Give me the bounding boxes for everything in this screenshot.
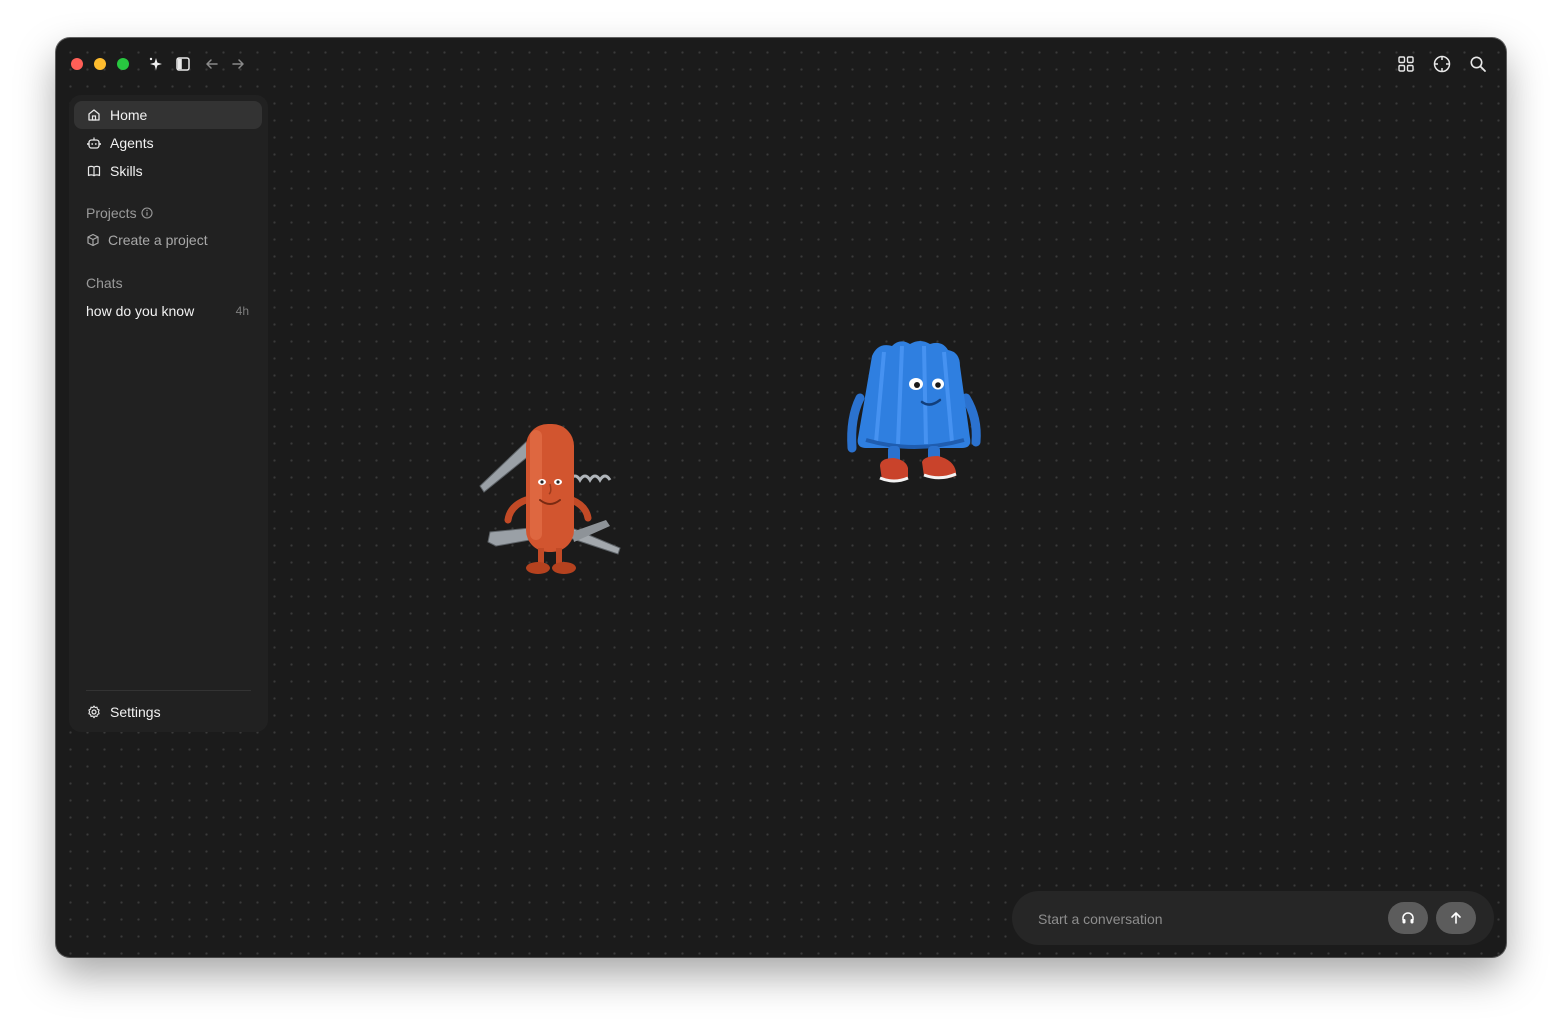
chat-composer: [1012, 891, 1494, 947]
sidebar-item-label: Skills: [110, 163, 143, 179]
sparkle-icon[interactable]: [146, 54, 166, 74]
forward-arrow-icon[interactable]: [228, 54, 248, 74]
minimize-window-button[interactable]: [94, 58, 106, 70]
chat-timestamp: 4h: [235, 304, 249, 318]
headphones-icon: [1401, 911, 1415, 925]
message-input[interactable]: [1036, 891, 1380, 947]
sidebar-divider: [86, 690, 251, 691]
pocket-knife-mascot: [479, 424, 621, 574]
book-icon: [86, 163, 102, 179]
projects-section-label: Projects: [86, 205, 153, 221]
app-window: Home Agents Skills Projects Create a pro…: [56, 38, 1506, 957]
back-arrow-icon[interactable]: [202, 54, 222, 74]
maximize-window-button[interactable]: [117, 58, 129, 70]
search-icon[interactable]: [1468, 54, 1488, 74]
sidebar: Home Agents Skills Projects Create a pro…: [69, 95, 268, 732]
sidebar-item-home[interactable]: Home: [74, 101, 262, 129]
create-project-button[interactable]: Create a project: [74, 227, 262, 253]
chats-section-label: Chats: [86, 275, 123, 291]
crosshair-icon[interactable]: [1432, 54, 1452, 74]
title-bar: [56, 38, 1506, 90]
create-project-label: Create a project: [108, 232, 208, 248]
arrow-up-icon: [1449, 911, 1463, 925]
sidebar-toggle-icon[interactable]: [173, 54, 193, 74]
settings-button[interactable]: Settings: [74, 698, 262, 726]
sidebar-item-label: Agents: [110, 135, 154, 151]
close-window-button[interactable]: [71, 58, 83, 70]
robot-icon: [86, 135, 102, 151]
sidebar-item-skills[interactable]: Skills: [74, 157, 262, 185]
cube-icon: [86, 233, 100, 247]
grid-icon[interactable]: [1396, 54, 1416, 74]
send-button[interactable]: [1436, 902, 1476, 934]
voice-mode-button[interactable]: [1388, 902, 1428, 934]
chat-title: how do you know: [86, 303, 195, 319]
chat-list-item[interactable]: how do you know 4h: [74, 298, 262, 324]
home-icon: [86, 107, 102, 123]
info-icon[interactable]: [141, 207, 153, 219]
settings-label: Settings: [110, 704, 161, 720]
blue-jelly-mascot: [847, 341, 981, 483]
sidebar-item-label: Home: [110, 107, 148, 123]
sidebar-item-agents[interactable]: Agents: [74, 129, 262, 157]
gear-icon: [86, 704, 102, 720]
